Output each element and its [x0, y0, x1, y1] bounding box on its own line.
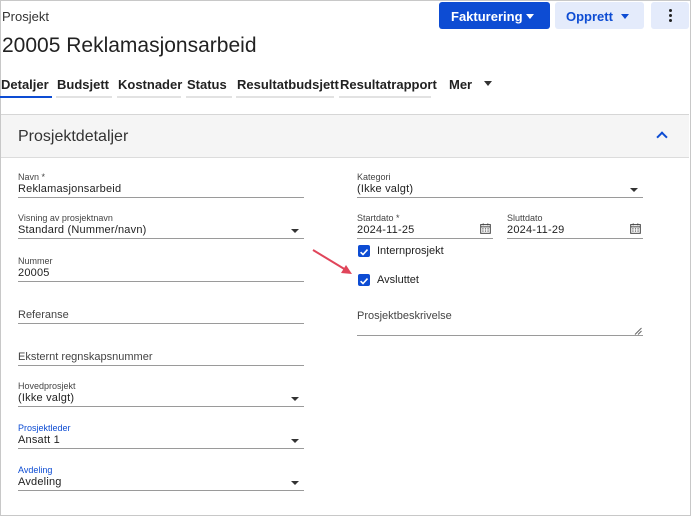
- field-underline: [18, 406, 304, 407]
- field-underline: [18, 365, 304, 366]
- create-button-label: Opprett: [566, 9, 613, 24]
- field-value: (Ikke valgt): [18, 392, 75, 404]
- kebab-menu-icon: [668, 9, 672, 22]
- field-label: Navn *: [18, 172, 46, 182]
- field-label: Prosjektleder: [18, 423, 71, 433]
- checkmark-icon: [360, 249, 369, 256]
- chevron-down-icon: [526, 14, 534, 19]
- field-underline: [357, 238, 493, 239]
- field-label: Hovedprosjekt: [18, 381, 76, 391]
- internal-project-label: Internprosjekt: [377, 245, 444, 257]
- page-title: 20005 Reklamasjonsarbeid: [2, 34, 257, 57]
- field-underline: [18, 448, 304, 449]
- field-placeholder: Eksternt regnskapsnummer: [18, 351, 153, 363]
- breadcrumb[interactable]: Prosjekt: [2, 9, 49, 24]
- field-label: Nummer: [18, 256, 53, 266]
- tab-status[interactable]: Status: [186, 70, 232, 98]
- field-value: Standard (Nummer/navn): [18, 224, 147, 236]
- field-underline: [357, 197, 643, 198]
- checkmark-icon: [360, 278, 369, 285]
- create-button[interactable]: Opprett: [555, 2, 644, 29]
- field-placeholder: Prosjektbeskrivelse: [357, 310, 452, 322]
- field-placeholder: Referanse: [18, 309, 69, 321]
- tab-label: Kostnader: [118, 77, 183, 92]
- field-underline: [18, 281, 304, 282]
- calendar-icon[interactable]: [630, 223, 641, 234]
- main-project-select[interactable]: Hovedprosjekt (Ikke valgt): [18, 381, 304, 407]
- number-field[interactable]: Nummer 20005: [18, 256, 304, 282]
- panel-title: Prosjektdetaljer: [18, 128, 129, 145]
- tab-kostnader[interactable]: Kostnader: [117, 70, 183, 98]
- field-label: Startdato *: [357, 213, 400, 223]
- field-label: Kategori: [357, 172, 391, 182]
- dropdown-arrow-icon: [291, 439, 299, 443]
- invoicing-button-label: Fakturering: [451, 9, 523, 24]
- closed-checkbox[interactable]: [358, 274, 370, 286]
- category-select[interactable]: Kategori (Ikke valgt): [357, 172, 643, 198]
- tab-budsjett[interactable]: Budsjett: [56, 70, 112, 98]
- chevron-down-icon: [484, 81, 492, 86]
- name-field[interactable]: Navn * Reklamasjonsarbeid: [18, 172, 304, 198]
- tab-detaljer[interactable]: Detaljer: [0, 70, 52, 98]
- field-value: Avdeling: [18, 476, 62, 488]
- dropdown-arrow-icon: [291, 229, 299, 233]
- annotation-arrow-icon: [312, 249, 352, 274]
- department-select[interactable]: Avdeling Avdeling: [18, 465, 304, 491]
- tab-label: Budsjett: [57, 77, 109, 92]
- field-label: Avdeling: [18, 465, 53, 475]
- tab-resultatrapport[interactable]: Resultatrapport: [339, 70, 437, 98]
- field-underline: [18, 323, 304, 324]
- project-manager-select[interactable]: Prosjektleder Ansatt 1: [18, 423, 304, 449]
- more-actions-button[interactable]: [651, 2, 689, 29]
- field-label: Sluttdato: [507, 213, 543, 223]
- tab-label: Detaljer: [1, 77, 49, 92]
- internal-project-checkbox[interactable]: [358, 245, 370, 257]
- dropdown-arrow-icon: [291, 397, 299, 401]
- start-date-field[interactable]: Startdato * 2024-11-25: [357, 213, 493, 239]
- tab-resultatbudsjett[interactable]: Resultatbudsjett: [236, 70, 339, 98]
- field-value: 20005: [18, 267, 50, 279]
- chevron-down-icon: [621, 14, 629, 19]
- field-underline: [18, 490, 304, 491]
- dropdown-arrow-icon: [291, 481, 299, 485]
- end-date-field[interactable]: Sluttdato 2024-11-29: [507, 213, 643, 239]
- invoicing-button[interactable]: Fakturering: [439, 2, 550, 29]
- field-label: Visning av prosjektnavn: [18, 213, 113, 223]
- field-underline: [357, 335, 643, 336]
- reference-field[interactable]: Referanse: [18, 308, 304, 324]
- display-name-select[interactable]: Visning av prosjektnavn Standard (Nummer…: [18, 213, 304, 239]
- tab-label: Mer: [449, 77, 473, 92]
- chevron-up-icon[interactable]: [656, 131, 668, 143]
- resize-handle-icon[interactable]: [634, 327, 642, 335]
- project-description-field[interactable]: Prosjektbeskrivelse: [357, 310, 643, 336]
- tab-label: Resultatbudsjett: [237, 77, 339, 92]
- field-value: 2024-11-25: [357, 224, 415, 236]
- external-accounting-number-field[interactable]: Eksternt regnskapsnummer: [18, 350, 304, 366]
- dropdown-arrow-icon: [630, 188, 638, 192]
- field-value: 2024-11-29: [507, 224, 565, 236]
- field-underline: [18, 197, 304, 198]
- calendar-icon[interactable]: [480, 223, 491, 234]
- tab-bar: Detaljer Budsjett Kostnader Status Resul…: [0, 70, 500, 98]
- field-underline: [18, 238, 304, 239]
- tab-mer[interactable]: Mer: [448, 70, 498, 98]
- tab-label: Status: [187, 77, 227, 92]
- tab-label: Resultatrapport: [340, 77, 437, 92]
- panel-header[interactable]: Prosjektdetaljer: [1, 115, 689, 158]
- field-value: Ansatt 1: [18, 434, 60, 446]
- closed-label: Avsluttet: [377, 274, 419, 286]
- field-value: Reklamasjonsarbeid: [18, 183, 122, 195]
- field-value: (Ikke valgt): [357, 183, 414, 195]
- field-underline: [507, 238, 643, 239]
